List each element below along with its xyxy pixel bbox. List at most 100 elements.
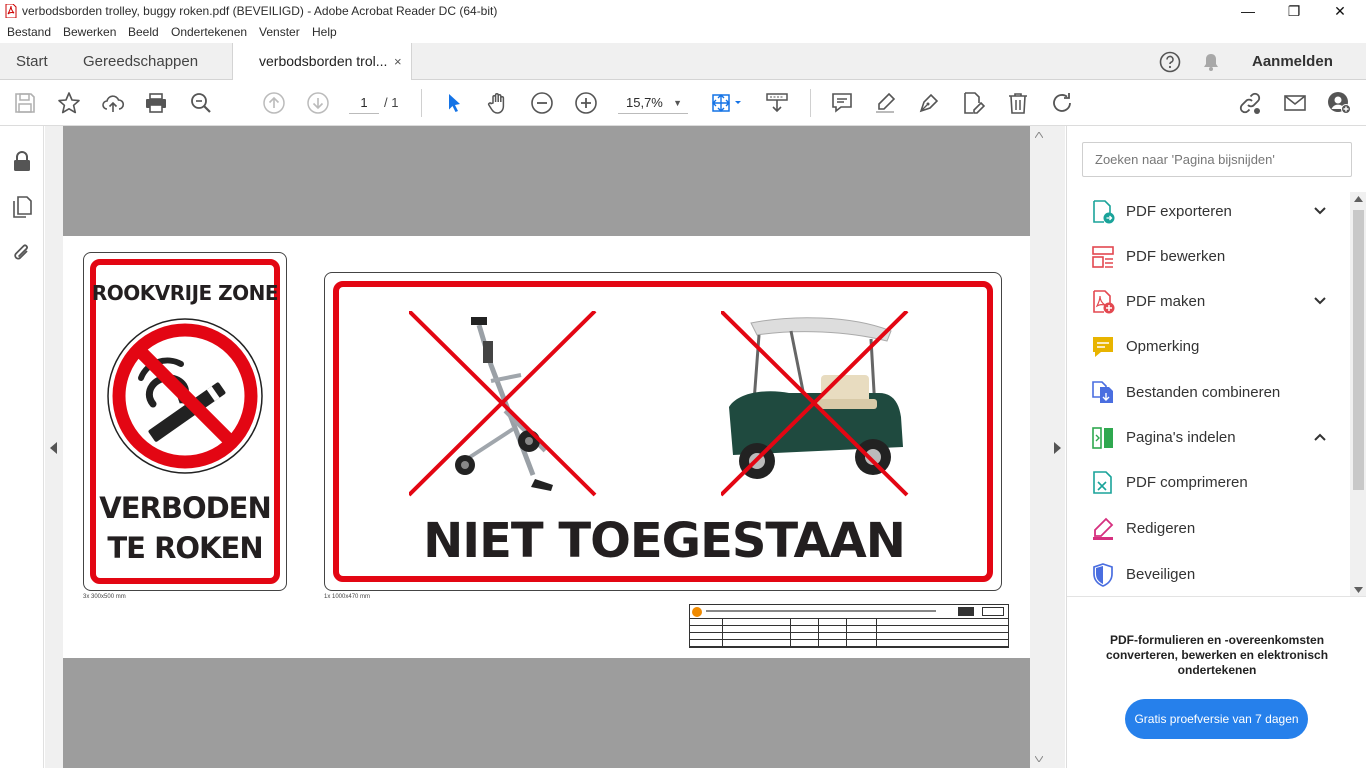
help-icon[interactable] bbox=[1159, 51, 1181, 73]
save-icon[interactable] bbox=[13, 91, 37, 115]
sign-line-te-roken: TE ROKEN bbox=[107, 531, 263, 565]
page-gap-top bbox=[63, 126, 1030, 236]
share-link-icon[interactable] bbox=[1238, 91, 1262, 115]
chevron-down-icon[interactable] bbox=[1313, 294, 1327, 308]
sign1-size-note: 3x 300x500 mm bbox=[83, 594, 126, 600]
chevron-down-icon[interactable] bbox=[1313, 204, 1327, 218]
title-block-rows bbox=[690, 619, 1008, 647]
tools-pane: Zoeken naar 'Pagina bijsnijden' PDF expo… bbox=[1066, 126, 1366, 768]
tool-create-pdf[interactable]: PDF maken bbox=[1091, 282, 1341, 322]
tab-tools[interactable]: Gereedschappen bbox=[83, 43, 198, 80]
add-user-icon[interactable] bbox=[1327, 91, 1351, 115]
next-page-icon[interactable] bbox=[306, 91, 330, 115]
delete-trash-icon[interactable] bbox=[1006, 91, 1030, 115]
zoom-in-icon[interactable] bbox=[574, 91, 598, 115]
minimize-button[interactable]: — bbox=[1225, 0, 1271, 23]
notifications-bell-icon[interactable] bbox=[1201, 52, 1221, 72]
menu-beeld[interactable]: Beeld bbox=[128, 25, 159, 39]
tool-organize-pages[interactable]: Pagina's indelen bbox=[1091, 418, 1341, 458]
pdf-page: ROOKVRIJE ZONE VERBODEN TE ROKEN 3x 300x… bbox=[63, 236, 1030, 658]
golf-cart-crossed-icon bbox=[721, 311, 909, 497]
tool-label: PDF comprimeren bbox=[1126, 474, 1248, 491]
tool-comment[interactable]: Opmerking bbox=[1091, 327, 1341, 367]
scroll-down-icon[interactable] bbox=[1354, 587, 1363, 593]
maximize-button[interactable]: ❐ bbox=[1271, 0, 1317, 23]
comment-icon[interactable] bbox=[830, 91, 854, 115]
rotate-redo-icon[interactable] bbox=[1050, 91, 1074, 115]
menu-bestand[interactable]: Bestand bbox=[7, 25, 51, 39]
scroll-up-icon[interactable] bbox=[1035, 132, 1043, 138]
tab-close-icon[interactable]: × bbox=[394, 43, 402, 80]
email-envelope-icon[interactable] bbox=[1283, 91, 1307, 115]
edit-document-icon[interactable] bbox=[961, 91, 986, 115]
no-smoking-sign: ROOKVRIJE ZONE VERBODEN TE ROKEN bbox=[83, 252, 287, 591]
tool-protect[interactable]: Beveiligen bbox=[1091, 555, 1341, 595]
tab-start[interactable]: Start bbox=[16, 43, 48, 80]
tool-compress-pdf[interactable]: PDF comprimeren bbox=[1091, 463, 1341, 503]
chevron-up-icon[interactable] bbox=[1313, 430, 1327, 444]
scroll-down-icon[interactable] bbox=[1035, 756, 1043, 762]
sign-heading: ROOKVRIJE ZONE bbox=[91, 281, 279, 305]
print-icon[interactable] bbox=[144, 91, 168, 115]
tool-label: Opmerking bbox=[1126, 338, 1200, 355]
tab-bar: Start Gereedschappen verbodsborden trol.… bbox=[0, 43, 1366, 81]
fit-page-icon[interactable] bbox=[710, 91, 744, 115]
tool-edit-pdf[interactable]: PDF bewerken bbox=[1091, 237, 1341, 277]
tool-combine-files[interactable]: Bestanden combineren bbox=[1091, 373, 1341, 413]
tools-search-input[interactable]: Zoeken naar 'Pagina bijsnijden' bbox=[1082, 142, 1352, 177]
organize-pages-icon bbox=[1092, 427, 1113, 449]
tab-document[interactable]: verbodsborden trol... × bbox=[232, 43, 412, 81]
collapse-left-panel-icon[interactable] bbox=[50, 442, 58, 454]
menu-ondertekenen[interactable]: Ondertekenen bbox=[171, 25, 247, 39]
free-trial-button[interactable]: Gratis proefversie van 7 dagen bbox=[1125, 699, 1308, 739]
tab-document-label: verbodsborden trol... bbox=[259, 53, 388, 69]
scroll-mode-icon[interactable] bbox=[765, 91, 789, 115]
document-viewer[interactable]: ROOKVRIJE ZONE VERBODEN TE ROKEN 3x 300x… bbox=[45, 126, 1065, 768]
promo-text: PDF-formulieren en -overeenkomsten conve… bbox=[1105, 633, 1329, 677]
tool-redact[interactable]: Redigeren bbox=[1091, 509, 1341, 549]
title-block-header bbox=[690, 605, 1008, 619]
title-bar: verbodsborden trolley, buggy roken.pdf (… bbox=[0, 0, 1366, 23]
tool-label: PDF exporteren bbox=[1126, 203, 1232, 220]
page-thumbnails-icon[interactable] bbox=[11, 196, 33, 218]
edit-pdf-icon bbox=[1092, 246, 1114, 268]
create-pdf-icon bbox=[1093, 290, 1115, 314]
search-zoom-icon[interactable] bbox=[189, 91, 213, 115]
sign2-size-note: 1x 1000x470 mm bbox=[324, 594, 371, 600]
previous-page-icon[interactable] bbox=[262, 91, 286, 115]
scroll-up-icon[interactable] bbox=[1354, 196, 1363, 202]
menu-help[interactable]: Help bbox=[312, 25, 337, 39]
lock-icon[interactable] bbox=[11, 150, 33, 172]
tool-label: Beveiligen bbox=[1126, 566, 1196, 583]
attachment-paperclip-icon[interactable] bbox=[11, 242, 33, 264]
zoom-out-icon[interactable] bbox=[530, 91, 554, 115]
collapse-right-panel-icon[interactable] bbox=[1053, 442, 1061, 454]
toolbar-divider bbox=[421, 89, 422, 117]
tool-export-pdf[interactable]: PDF exporteren bbox=[1091, 192, 1341, 232]
tool-label: Pagina's indelen bbox=[1126, 429, 1236, 446]
compress-pdf-icon bbox=[1093, 471, 1112, 494]
main-toolbar: 1 / 1 15,7% ▼ bbox=[0, 80, 1366, 126]
page-number-input[interactable]: 1 bbox=[349, 94, 379, 114]
upload-cloud-icon[interactable] bbox=[101, 91, 125, 115]
select-cursor-icon[interactable] bbox=[442, 91, 466, 115]
zoom-level-select[interactable]: 15,7% ▼ bbox=[618, 94, 688, 114]
export-pdf-icon bbox=[1093, 200, 1115, 224]
sign-line-verboden: VERBODEN bbox=[99, 491, 272, 525]
golf-trolley-crossed-icon bbox=[409, 311, 597, 497]
bookmark-star-icon[interactable] bbox=[57, 91, 81, 115]
tool-label: PDF maken bbox=[1126, 293, 1206, 310]
toolbar-divider bbox=[810, 89, 811, 117]
sign-fountain-pen-icon[interactable] bbox=[917, 91, 941, 115]
right-panel-toggle-column bbox=[1048, 126, 1065, 768]
signin-button[interactable]: Aanmelden bbox=[1252, 43, 1333, 80]
hand-pan-icon[interactable] bbox=[486, 91, 510, 115]
menu-bewerken[interactable]: Bewerken bbox=[63, 25, 116, 39]
menu-venster[interactable]: Venster bbox=[259, 25, 300, 39]
tools-pane-scroll-thumb[interactable] bbox=[1353, 210, 1364, 490]
highlight-pen-icon[interactable] bbox=[873, 91, 897, 115]
viewer-vertical-scrollbar[interactable] bbox=[1030, 126, 1048, 768]
trial-promo: PDF-formulieren en -overeenkomsten conve… bbox=[1067, 596, 1366, 768]
close-window-button[interactable]: ✕ bbox=[1317, 0, 1363, 23]
tool-label: Redigeren bbox=[1126, 520, 1196, 537]
